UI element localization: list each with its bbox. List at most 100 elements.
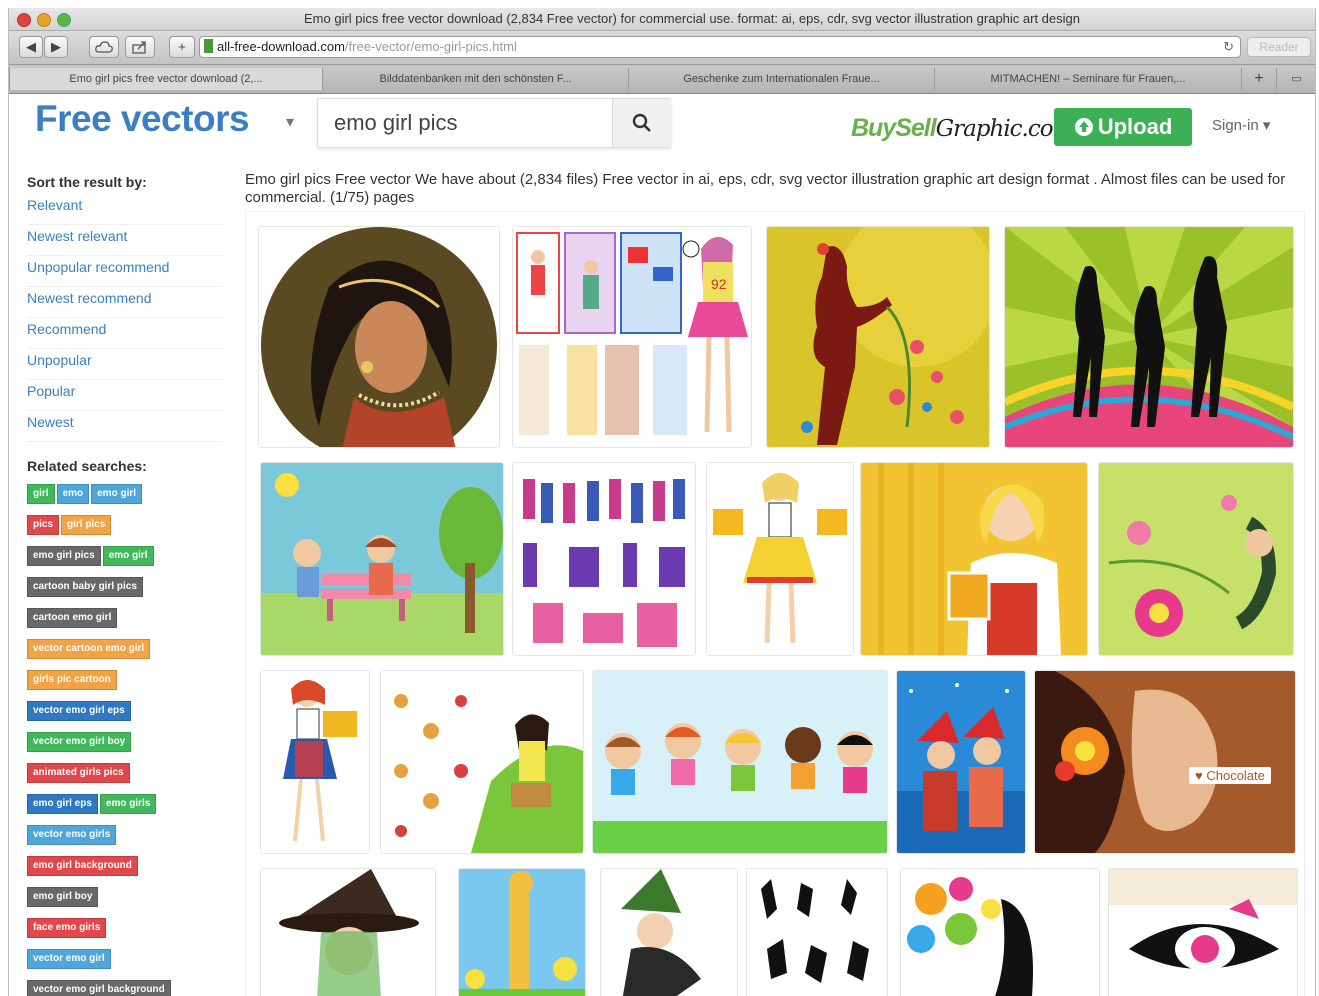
signin-link[interactable]: Sign-in ▾ — [1212, 116, 1270, 134]
related-tag[interactable]: vector emo girls — [27, 825, 117, 845]
related-tag[interactable]: animated girls pics — [27, 763, 130, 783]
group-girls-image — [513, 463, 695, 655]
sort-link-popular[interactable]: Popular — [27, 380, 223, 411]
result-thumb-floral-hair-girl[interactable] — [900, 868, 1100, 996]
upload-icon — [1074, 118, 1093, 136]
share-button[interactable] — [125, 36, 155, 58]
result-thumb-jumping-silhouettes[interactable] — [746, 868, 888, 996]
related-tag[interactable]: emo girl — [102, 546, 154, 566]
result-thumb-fashion-girls[interactable]: 92 — [512, 226, 752, 448]
related-tag[interactable]: emo girl background — [27, 856, 138, 876]
tab-bilddatenbanken[interactable]: Bilddatenbanken mit den schönsten F... — [322, 68, 628, 90]
result-thumb-indian-girl[interactable] — [258, 226, 500, 448]
related-tag[interactable]: vector cartoon emo girl — [27, 639, 151, 659]
sort-link-unpopular-recommend[interactable]: Unpopular recommend — [27, 256, 223, 287]
browser-toolbar: ◀ ▶ + all-free-download.com/free-vector/… — [9, 31, 1315, 65]
result-thumb-emo-eye[interactable] — [1108, 868, 1298, 996]
sort-link-newest[interactable]: Newest — [27, 411, 223, 442]
tab-overview-button[interactable]: ▭ — [1276, 68, 1315, 90]
related-tag-row: cartoon baby girl pics — [27, 577, 232, 608]
close-window-button[interactable] — [17, 13, 31, 27]
related-tag[interactable]: girls pic cartoon — [27, 670, 117, 690]
related-tag[interactable]: face emo girls — [27, 918, 107, 938]
related-tag-row: cartoon emo girl — [27, 608, 232, 639]
related-tag[interactable]: vector emo girl — [27, 949, 111, 969]
sort-link-unpopular[interactable]: Unpopular — [27, 349, 223, 380]
result-thumb-dancers-rays[interactable] — [1004, 226, 1294, 448]
result-thumb-witch-girl[interactable] — [260, 868, 436, 996]
cloud-icon — [95, 41, 113, 53]
related-tag[interactable]: emo girl pics — [27, 546, 101, 566]
related-tag[interactable]: emo girl eps — [27, 794, 98, 814]
related-tag-row: emo girl eps emo girls — [27, 794, 232, 825]
result-thumb-santa-girls[interactable] — [896, 670, 1026, 854]
chocolate-text: Chocolate — [1206, 768, 1265, 783]
reader-button[interactable]: Reader — [1247, 37, 1311, 57]
related-tag[interactable]: cartoon baby girl pics — [27, 577, 143, 597]
back-arrow-icon: ◀ — [26, 39, 36, 54]
search-input[interactable] — [318, 99, 612, 147]
upload-button[interactable]: Upload — [1054, 108, 1192, 146]
search-button[interactable] — [612, 99, 671, 147]
tab-geschenke[interactable]: Geschenke zum Internationalen Fraue... — [628, 68, 934, 90]
result-thumb-giraffe[interactable] — [458, 868, 586, 996]
related-tag[interactable]: emo — [56, 484, 90, 504]
jumping-silhouettes-image — [747, 869, 887, 996]
tab-mitmachen[interactable]: MITMACHEN! – Seminare für Frauen,... — [934, 68, 1241, 90]
sort-link-newest-recommend[interactable]: Newest recommend — [27, 287, 223, 318]
related-tag[interactable]: emo girl boy — [27, 887, 99, 907]
minimize-window-button[interactable] — [37, 13, 51, 27]
related-tag-row: vector emo girl boy — [27, 732, 232, 763]
result-thumb-kids-jumping[interactable] — [592, 670, 888, 854]
result-thumb-waitress[interactable] — [260, 670, 370, 854]
related-tag-row: animated girls pics — [27, 763, 232, 794]
site-logo[interactable]: Free vectors — [35, 98, 250, 140]
result-thumb-chocolate-woman[interactable]: ♥ Chocolate — [1034, 670, 1296, 854]
result-thumb-silhouette-floral[interactable] — [766, 226, 990, 448]
sort-link-recommend[interactable]: Recommend — [27, 318, 223, 349]
add-bookmark-button[interactable]: + — [169, 36, 195, 58]
related-tag[interactable]: girl pics — [61, 515, 112, 535]
back-button[interactable]: ◀ — [19, 36, 43, 58]
result-thumb-dirndl-beer[interactable] — [860, 462, 1088, 656]
waitress-image — [261, 671, 369, 853]
buysellgraphic-logo[interactable]: BuySellGraphic.com — [851, 114, 1074, 143]
related-tag-row: vector emo girl background — [27, 980, 232, 996]
witch-girl-image — [261, 869, 435, 996]
dancers-rays-image — [1005, 227, 1293, 447]
sort-link-newest-relevant[interactable]: Newest relevant — [27, 225, 223, 256]
related-tag[interactable]: emo girls — [99, 794, 157, 814]
zoom-window-button[interactable] — [57, 13, 71, 27]
address-bar[interactable]: all-free-download.com/free-vector/emo-gi… — [199, 36, 1241, 58]
related-tag-row: vector emo girls — [27, 825, 232, 856]
santa-girls-image — [897, 671, 1025, 853]
result-thumb-witch-broom[interactable] — [600, 868, 738, 996]
result-thumb-group-girls[interactable] — [512, 462, 696, 656]
tab-emo-girl-pics[interactable]: Emo girl pics free vector download (2,..… — [9, 68, 322, 90]
result-thumb-floral-green[interactable] — [1098, 462, 1294, 656]
sort-link-relevant[interactable]: Relevant — [27, 194, 223, 225]
tab-bar: Emo girl pics free vector download (2,..… — [9, 65, 1315, 94]
dirndl-beer-image — [861, 463, 1087, 655]
search-box — [317, 98, 671, 148]
related-tag[interactable]: pics — [27, 515, 60, 535]
related-tag-row: pics girl pics — [27, 515, 232, 546]
result-thumb-food-girl[interactable] — [380, 670, 584, 854]
related-tag[interactable]: girl — [27, 484, 55, 504]
related-tag[interactable]: cartoon emo girl — [27, 608, 118, 628]
icloud-tabs-button[interactable] — [89, 36, 119, 58]
new-tab-button[interactable]: + — [1241, 68, 1276, 90]
related-tag[interactable]: vector emo girl eps — [27, 701, 131, 721]
reload-icon[interactable]: ↻ — [1223, 37, 1234, 57]
result-thumb-beer-girl[interactable] — [706, 462, 854, 656]
site-favicon — [204, 39, 213, 53]
related-tag[interactable]: emo girl — [91, 484, 143, 504]
related-tag[interactable]: vector emo girl boy — [27, 732, 132, 752]
related-tag[interactable]: vector emo girl background — [27, 980, 171, 996]
related-tags: girl emo emo girl pics girl pics emo girl pic… — [27, 484, 232, 996]
logo-dropdown-caret[interactable]: ▾ — [286, 112, 294, 132]
related-tag-row: emo girl pics emo girl — [27, 546, 232, 577]
forward-button[interactable]: ▶ — [44, 36, 68, 58]
sort-title: Sort the result by: — [27, 174, 147, 190]
result-thumb-kids-park[interactable] — [260, 462, 504, 656]
